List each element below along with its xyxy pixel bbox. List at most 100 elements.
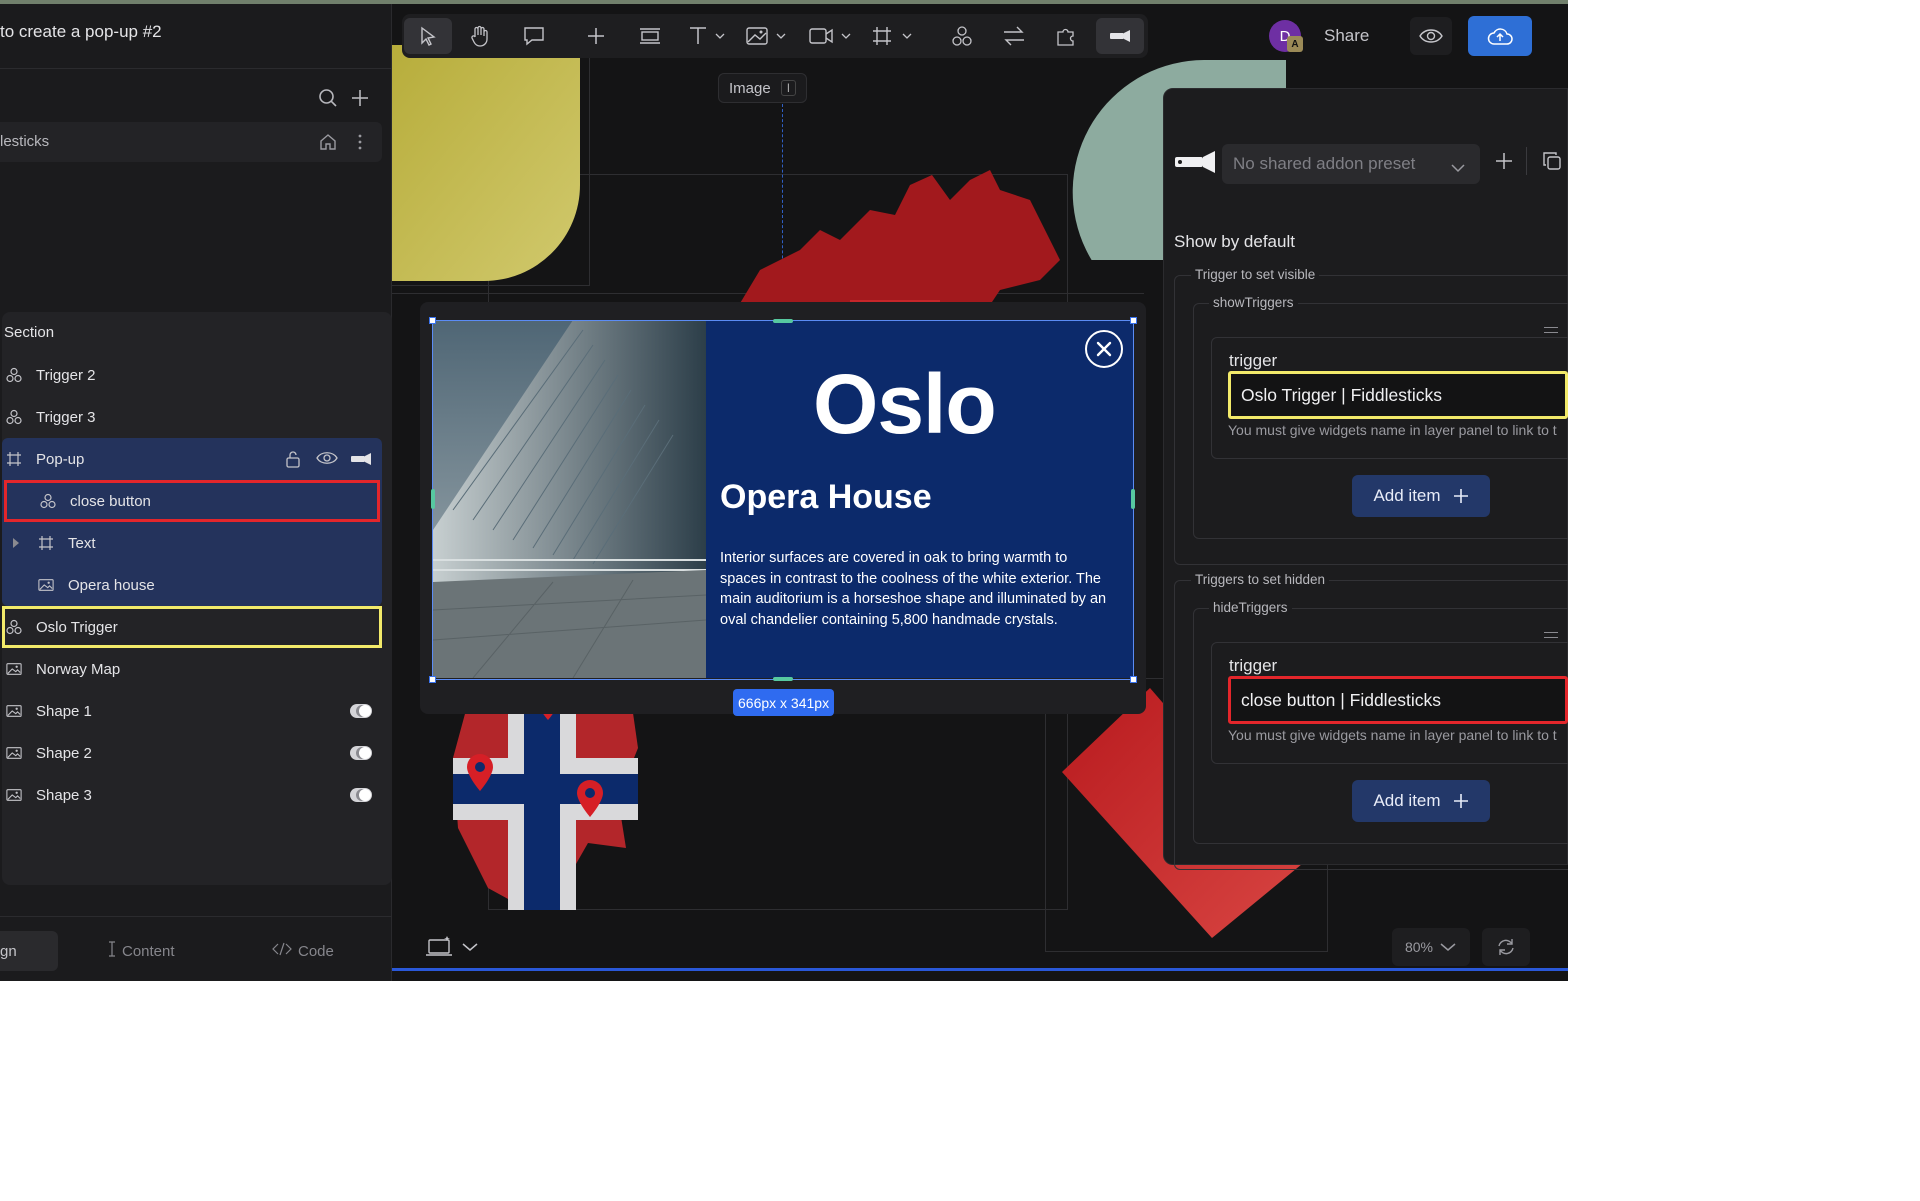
chevron-down-icon: [1440, 943, 1456, 951]
frame-tool[interactable]: [868, 18, 918, 54]
search-icon[interactable]: [314, 84, 342, 112]
flashlight-addon-icon[interactable]: [350, 452, 372, 469]
layer-label: Pop-up: [36, 450, 85, 468]
resize-handle[interactable]: [429, 317, 436, 324]
interactions-tool[interactable]: [990, 18, 1038, 54]
app-window: to create a pop-up #2 lesticks Section T…: [0, 0, 1568, 981]
zoom-control[interactable]: 80%: [1392, 928, 1470, 966]
norway-map-north: [730, 170, 1060, 320]
layer-shape-3[interactable]: Shape 3: [2, 774, 382, 816]
add-item-label: Add item: [1373, 791, 1441, 810]
toggle-switch[interactable]: [350, 788, 372, 802]
page-row[interactable]: lesticks: [0, 122, 382, 162]
trigger-field-label: trigger: [1229, 656, 1278, 675]
preview-button[interactable]: [1410, 17, 1452, 55]
layer-close-button[interactable]: close button: [4, 480, 380, 522]
tab-design[interactable]: gn: [0, 931, 58, 971]
left-bottom-tabs: gn Content Code: [0, 916, 392, 981]
add-tool[interactable]: [572, 18, 620, 54]
layer-trigger-2[interactable]: Trigger 2: [2, 354, 382, 396]
tooltip-shortcut: I: [780, 80, 797, 96]
show-triggers-legend: showTriggers: [1209, 295, 1298, 310]
flashlight-addon-icon: [1174, 151, 1216, 178]
layer-text[interactable]: Text: [2, 522, 382, 564]
select-tool[interactable]: [404, 18, 452, 54]
comment-tool[interactable]: [510, 18, 558, 54]
share-button[interactable]: Share: [1324, 26, 1369, 46]
flashlight-icon: [1110, 30, 1130, 42]
copy-icon[interactable]: [1542, 151, 1562, 176]
page-title: to create a pop-up #2: [0, 22, 162, 41]
show-trigger-input[interactable]: Oslo Trigger | Fiddlesticks: [1228, 371, 1568, 419]
lock-icon[interactable]: [284, 450, 302, 472]
add-show-trigger-button[interactable]: Add item: [1352, 475, 1490, 517]
resize-handle[interactable]: [1130, 317, 1137, 324]
size-badge: 666px x 341px: [733, 689, 835, 716]
home-icon[interactable]: [314, 128, 342, 156]
layer-trigger-3[interactable]: Trigger 3: [2, 396, 382, 438]
tab-code-label: Code: [298, 942, 334, 960]
visibility-eye-icon[interactable]: [316, 450, 338, 470]
video-tool[interactable]: [806, 18, 856, 54]
hide-triggers-legend: hideTriggers: [1209, 600, 1292, 615]
layer-label: Opera house: [68, 576, 155, 594]
layer-oslo-trigger[interactable]: Oslo Trigger: [2, 606, 382, 648]
layer-label: Shape 3: [36, 786, 92, 804]
tab-content[interactable]: Content: [108, 931, 175, 971]
add-page-icon[interactable]: [346, 84, 374, 112]
section-label: Section: [4, 324, 55, 341]
canvas-progress-bar: [392, 968, 1568, 971]
apps-tool[interactable]: [1042, 18, 1090, 54]
resize-handle[interactable]: [773, 319, 793, 323]
addon-settings-panel: No shared addon preset Show by default T…: [1163, 88, 1568, 870]
resize-handle[interactable]: [1130, 676, 1137, 683]
canvas-toolbar: [402, 14, 1148, 58]
layer-shape-1[interactable]: Shape 1: [2, 690, 382, 732]
avatar-badge: A: [1287, 36, 1303, 52]
layer-opera-house[interactable]: Opera house: [2, 564, 382, 606]
refresh-button[interactable]: [1482, 928, 1530, 966]
addon-preset-select[interactable]: No shared addon preset: [1222, 144, 1480, 184]
publish-button[interactable]: [1468, 16, 1532, 56]
add-preset-icon[interactable]: [1494, 151, 1514, 176]
add-hide-trigger-button[interactable]: Add item: [1352, 780, 1490, 822]
section-tool[interactable]: [626, 18, 674, 54]
addon-tool[interactable]: [1096, 18, 1144, 54]
resize-handle[interactable]: [431, 489, 435, 509]
divider: [0, 68, 392, 69]
preset-placeholder: No shared addon preset: [1233, 154, 1416, 173]
drag-handle-icon[interactable]: [1544, 327, 1558, 333]
toggle-switch[interactable]: [350, 746, 372, 760]
tool-tooltip: Image I: [718, 73, 808, 103]
expand-caret-icon[interactable]: [12, 536, 20, 553]
hidden-group-legend: Triggers to set hidden: [1191, 572, 1330, 587]
layer-label: Shape 2: [36, 744, 92, 762]
image-icon: [6, 745, 22, 761]
swap-arrows-icon: [1004, 26, 1024, 46]
hand-tool[interactable]: [456, 18, 504, 54]
cursor-icon: [421, 26, 436, 46]
tab-code[interactable]: Code: [272, 931, 334, 971]
layer-norway-map[interactable]: Norway Map: [2, 648, 382, 690]
comment-icon: [524, 27, 544, 46]
components-tool[interactable]: [938, 18, 986, 54]
device-switcher[interactable]: [420, 928, 484, 966]
drag-handle-icon[interactable]: [1544, 632, 1558, 638]
layer-shape-2[interactable]: Shape 2: [2, 732, 382, 774]
text-tool[interactable]: [682, 18, 732, 54]
layer-label: Text: [68, 534, 96, 552]
selection-box[interactable]: [429, 317, 1137, 683]
layer-popup[interactable]: Pop-up: [2, 438, 382, 480]
image-tool[interactable]: [742, 18, 792, 54]
hide-trigger-input[interactable]: close button | Fiddlesticks: [1228, 676, 1568, 724]
resize-handle[interactable]: [429, 676, 436, 683]
resize-handle[interactable]: [773, 677, 793, 681]
toggle-switch[interactable]: [350, 704, 372, 718]
more-options-icon[interactable]: [346, 128, 374, 156]
component-icon: [6, 367, 22, 383]
visible-group-legend: Trigger to set visible: [1191, 267, 1320, 282]
shape-yellow[interactable]: [392, 45, 584, 285]
resize-handle[interactable]: [1131, 489, 1135, 509]
layer-label: Shape 1: [36, 702, 92, 720]
image-icon: [6, 703, 22, 719]
